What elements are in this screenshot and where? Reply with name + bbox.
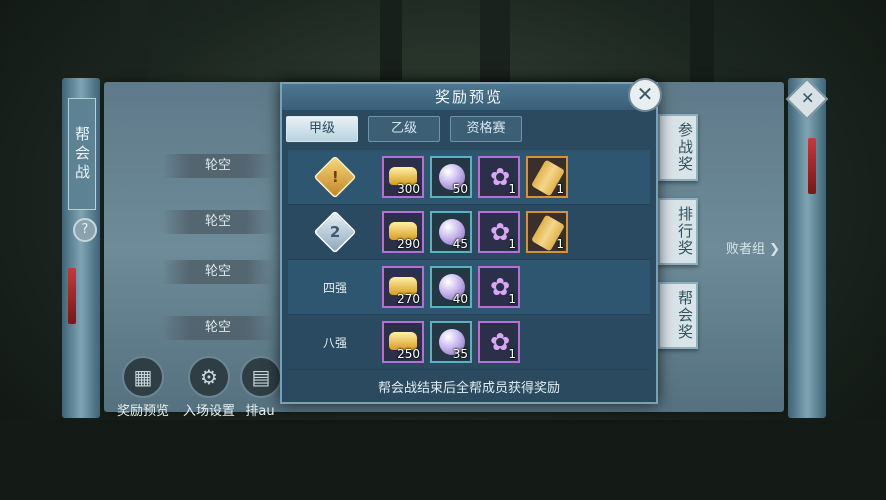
tier-tabs: 甲级 乙级 资格赛 [286,116,522,142]
pearl-icon[interactable]: 35 [430,321,472,363]
ranking-reward-tab[interactable]: 排行奖 [658,198,698,265]
bye-slot: 轮空 [162,210,274,234]
rank-label: 四强 [322,280,347,295]
tab-tier-b[interactable]: 乙级 [368,116,440,142]
reward-row-top4: 四强 270 40 ✿ 1 [288,260,650,315]
flower-icon[interactable]: ✿ 1 [478,266,520,308]
tassel-right [808,138,816,194]
gear-icon: ⚙ [188,356,230,398]
help-icon[interactable]: ? [73,218,97,242]
reward-preview-button[interactable]: ▦ 奖励预览 [108,356,178,419]
first-place-badge-icon: ! [313,155,357,199]
pearl-icon[interactable]: 45 [430,211,472,253]
reward-preview-label: 奖励预览 [116,404,169,419]
gold-ingot-icon[interactable]: 290 [382,211,424,253]
flower-icon[interactable]: ✿ 1 [478,156,520,198]
ranking-icon: ▤ [240,356,280,398]
chest-icon: ▦ [122,356,164,398]
tassel-left [68,268,76,324]
flower-icon[interactable]: ✿ 1 [478,321,520,363]
flower-icon[interactable]: ✿ 1 [478,211,520,253]
scroll-rod-right [788,78,826,418]
entry-settings-button[interactable]: ⚙ 入场设置 [174,356,244,419]
reward-table: ! 300 50 ✿ 1 1 2 290 45 ✿ 1 1 四强 270 40 ✿ 1 [288,150,650,370]
tab-qualifier[interactable]: 资格赛 [450,116,522,142]
participation-reward-tab[interactable]: 参战奖 [658,114,698,181]
bye-slot: 轮空 [162,260,274,284]
bye-slot: 轮空 [162,316,274,340]
second-place-badge-icon: 2 [313,210,357,254]
tab-tier-a[interactable]: 甲级 [286,116,358,142]
reward-preview-modal: 奖励预览 ✕ 甲级 乙级 资格赛 ! 300 50 ✿ 1 1 2 290 45 … [280,78,662,404]
modal-title: 奖励预览 [282,84,656,110]
scroll-icon[interactable]: 1 [526,156,568,198]
gold-ingot-icon[interactable]: 250 [382,321,424,363]
reward-row-first: ! 300 50 ✿ 1 1 [288,150,650,205]
guild-war-title: 帮会战 [68,98,96,210]
close-icon[interactable]: ✕ [628,78,662,112]
entry-settings-label: 入场设置 [182,404,235,419]
loser-bracket-label: 败者组 ❯ [725,242,780,257]
bye-slot: 轮空 [162,154,274,178]
pearl-icon[interactable]: 50 [430,156,472,198]
reward-footer-note: 帮会战结束后全帮成员获得奖励 [377,381,560,396]
gold-ingot-icon[interactable]: 270 [382,266,424,308]
ranking-button[interactable]: ▤ 排au [240,356,280,419]
gold-ingot-icon[interactable]: 300 [382,156,424,198]
pearl-icon[interactable]: 40 [430,266,472,308]
reward-row-second: 2 290 45 ✿ 1 1 [288,205,650,260]
scroll-icon[interactable]: 1 [526,211,568,253]
rank-label: 八强 [322,335,347,350]
guild-reward-tab[interactable]: 帮会奖 [658,282,698,349]
reward-row-top8: 八强 250 35 ✿ 1 [288,315,650,370]
ranking-label: 排au [245,404,275,419]
